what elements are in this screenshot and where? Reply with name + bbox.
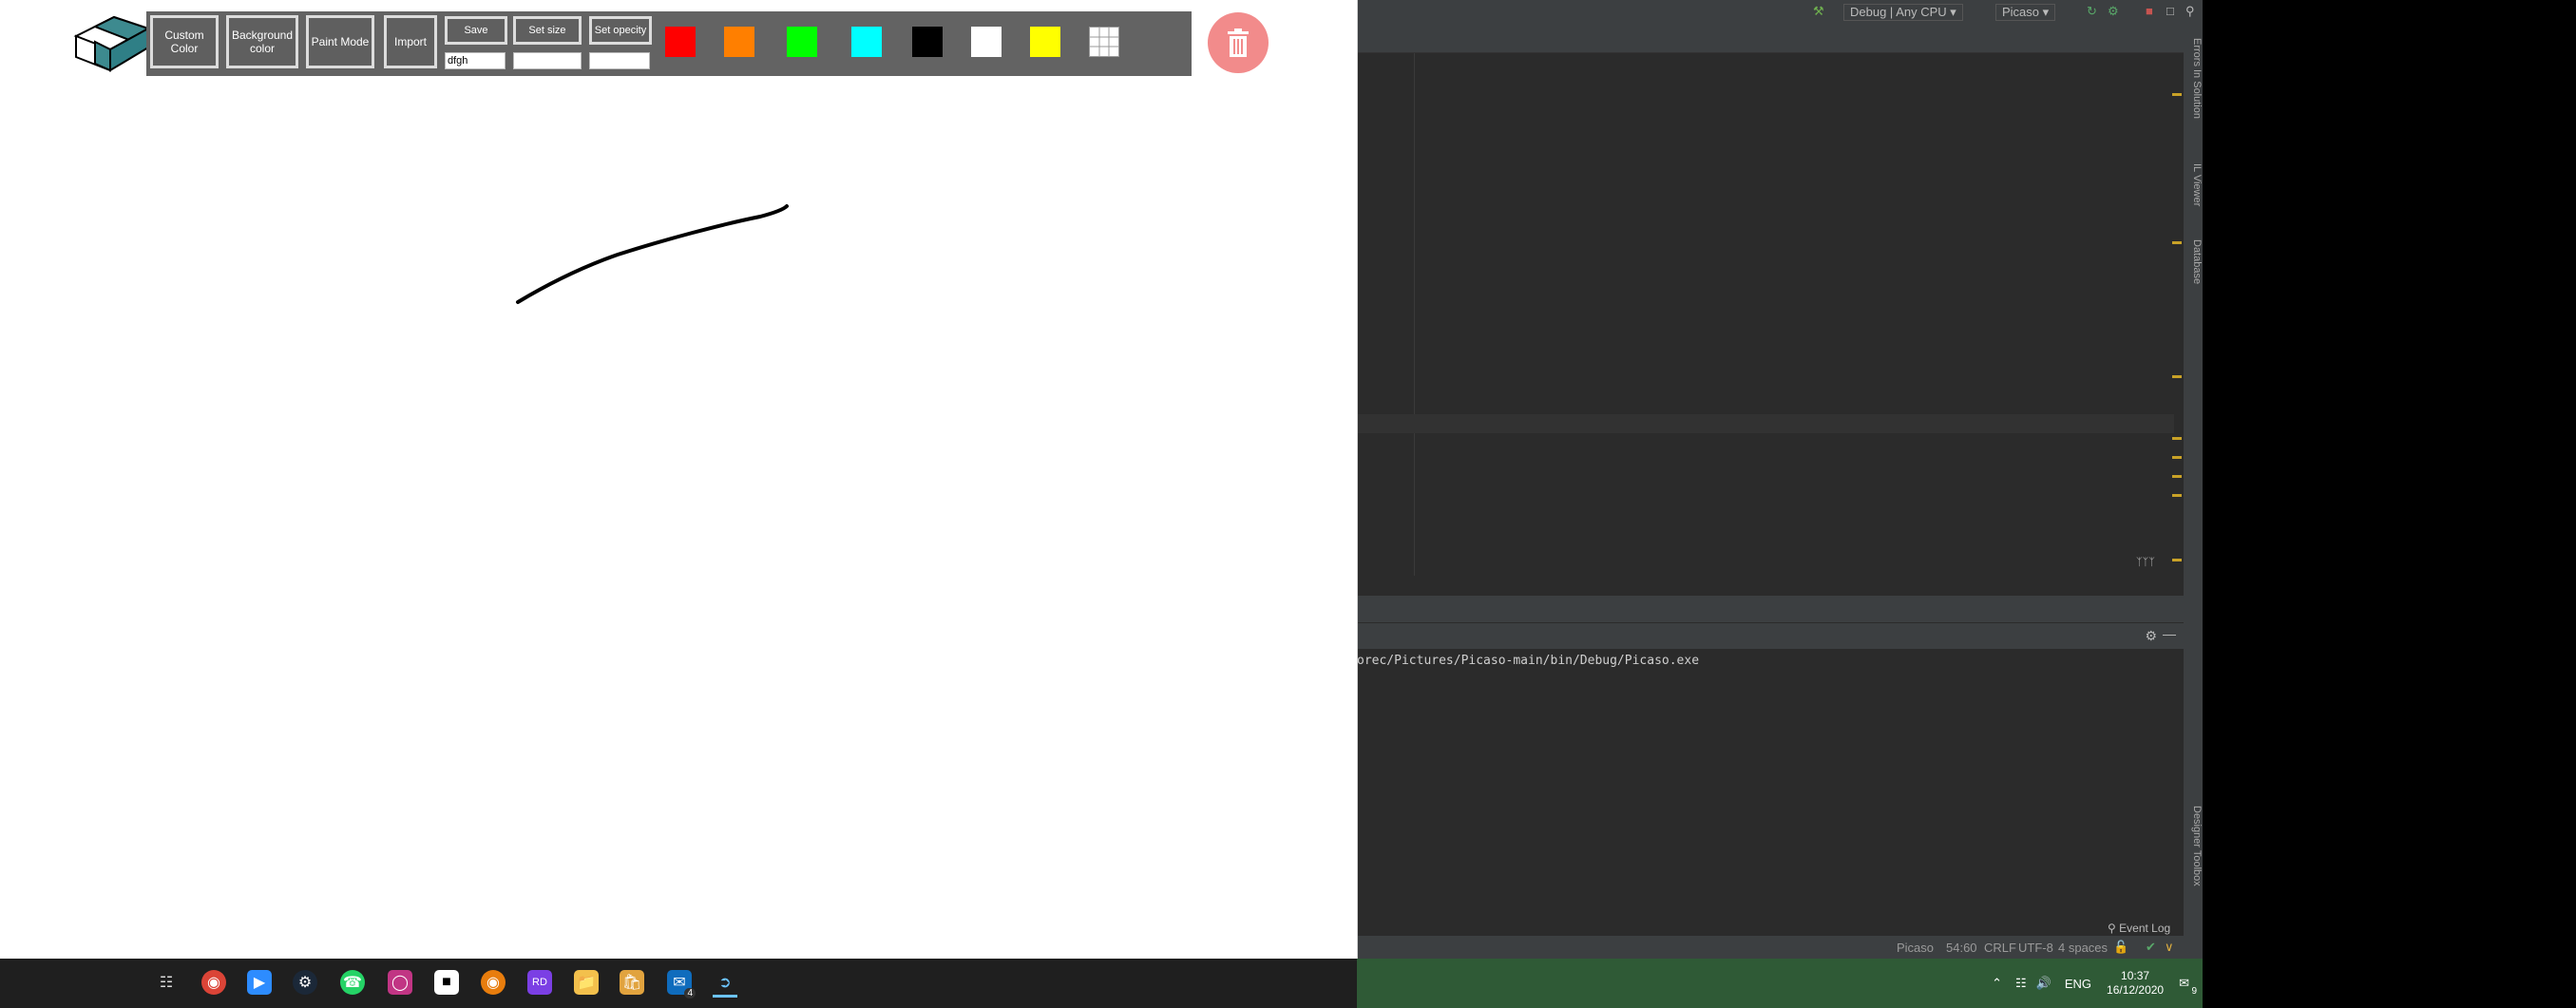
right-tool-strip [2184, 22, 2203, 936]
event-log-button[interactable]: ⚲ Event Log [2108, 922, 2170, 935]
status-line-ending[interactable]: CRLF [1984, 941, 2016, 955]
debug-icon[interactable]: ⚙ [2108, 4, 2119, 19]
project-dropdown[interactable]: Picaso ▾ [1995, 4, 2056, 21]
project-label: Picaso [2002, 5, 2040, 19]
windows-taskbar: ☷ ◉ ▶ ⚙ ☎ ◯ ■ ◉ RD 📁 🛍 ✉ 4 ➲ ⌃ ☷ 🔊 ENG 1… [0, 959, 2203, 1008]
brush-stroke [516, 204, 789, 304]
warning-marker[interactable] [2172, 456, 2182, 459]
window-icon[interactable]: □ [2166, 4, 2174, 18]
warning-marker[interactable] [2172, 241, 2182, 244]
warning-marker[interactable] [2172, 437, 2182, 440]
code-editor[interactable]: ᛉᛉᛉ [1357, 53, 2184, 576]
ide-toolbar: ⚒ Debug | Any CPU ▾ Picaso ▾ ↻ ⚙ ■ □ ⚲ [1357, 0, 2203, 22]
event-log-label: Event Log [2119, 922, 2171, 935]
warning-marker[interactable] [2172, 494, 2182, 497]
green-swatch[interactable] [787, 27, 817, 57]
opacity-input[interactable] [589, 52, 650, 69]
search-icon: ⚲ [2108, 922, 2116, 935]
status-encoding[interactable]: UTF-8 [2018, 941, 2053, 955]
trash-icon [1228, 29, 1249, 57]
orange-swatch[interactable] [724, 27, 754, 57]
run-console[interactable]: orec/Pictures/Picaso-main/bin/Debug/Pica… [1357, 649, 2184, 924]
black-swatch[interactable] [912, 27, 943, 57]
editor-tabs: ⚠27 ✓3 [1357, 22, 2184, 69]
notification-icon[interactable]: ✉ 9 [2179, 976, 2197, 997]
mail-icon[interactable]: ✉ 4 [667, 970, 696, 998]
check-circle-icon[interactable]: ✔ [2146, 940, 2156, 955]
side-tab-errors[interactable]: Errors In Solution [2184, 38, 2203, 133]
error-marker[interactable] [2172, 93, 2182, 96]
save-name-input[interactable] [445, 52, 506, 69]
cyan-swatch[interactable] [851, 27, 882, 57]
run-icon[interactable]: ↻ [2087, 4, 2097, 19]
instagram-icon[interactable]: ◯ [388, 970, 412, 995]
reader-mode-icon[interactable]: ᛉᛉᛉ [2136, 557, 2155, 568]
import-button[interactable]: Import [384, 15, 437, 68]
grid-icon[interactable] [1089, 27, 1119, 57]
zoom-icon[interactable]: ▶ [247, 970, 272, 995]
search-icon[interactable]: ⚲ [2185, 4, 2195, 19]
chevron-down-icon[interactable]: ∨ [2165, 940, 2174, 955]
rider-icon[interactable]: RD [527, 970, 552, 995]
lock-icon[interactable]: 🔓 [2113, 940, 2128, 955]
chevron-up-icon[interactable]: ⌃ [1992, 976, 2002, 991]
mail-badge: 4 [684, 988, 696, 998]
picaso-icon[interactable]: ➲ [713, 970, 737, 998]
status-project[interactable]: Picaso [1897, 941, 1934, 955]
whatsapp-icon[interactable]: ☎ [340, 970, 365, 995]
config-dropdown[interactable]: Debug | Any CPU ▾ [1843, 4, 1963, 21]
clear-canvas-button[interactable] [1208, 12, 1269, 73]
run-panel-toolbar: ⚙ — [1357, 622, 2184, 650]
run-panel-header [1357, 596, 2184, 622]
system-tray: ⌃ ☷ 🔊 ENG 10:37 16/12/2020 ✉ 9 [1992, 959, 2203, 1008]
clock-time: 10:37 [2121, 969, 2150, 982]
side-tab-il-viewer[interactable]: IL Viewer [2184, 163, 2203, 220]
clock-date: 16/12/2020 [2107, 983, 2165, 997]
volume-icon[interactable]: 🔊 [2036, 976, 2051, 991]
stop-icon[interactable]: ■ [2146, 4, 2153, 18]
steam-icon[interactable]: ⚙ [293, 970, 317, 995]
yellow-swatch[interactable] [1030, 27, 1060, 57]
gutter-line [1414, 53, 1415, 576]
side-tab-designer-toolbox[interactable]: Designer Toolbox [2184, 806, 2203, 901]
desktop-screen: ⚒ Debug | Any CPU ▾ Picaso ▾ ↻ ⚙ ■ □ ⚲ ⚠… [0, 0, 2203, 1008]
console-output: orec/Pictures/Picaso-main/bin/Debug/Pica… [1357, 654, 1700, 668]
set-size-button[interactable]: Set size [513, 16, 582, 45]
roblox-icon[interactable]: ■ [434, 970, 459, 995]
hammer-icon[interactable]: ⚒ [1813, 4, 1824, 19]
white-swatch[interactable] [971, 27, 1002, 57]
red-swatch[interactable] [665, 27, 696, 57]
warning-marker[interactable] [2172, 375, 2182, 378]
blender-icon[interactable]: ◉ [481, 970, 506, 995]
chrome-icon[interactable]: ◉ [201, 970, 226, 995]
save-button[interactable]: Save [445, 16, 507, 45]
network-icon[interactable]: ☷ [2015, 976, 2027, 991]
paint-mode-button[interactable]: Paint Mode [306, 15, 374, 68]
language-indicator[interactable]: ENG [2065, 977, 2091, 991]
paint-app-window: Custom Color Background color Paint Mode… [0, 0, 1358, 959]
custom-color-button[interactable]: Custom Color [150, 15, 219, 68]
minimize-icon[interactable]: — [2163, 626, 2176, 641]
current-line-highlight [1357, 414, 2174, 433]
clock[interactable]: 10:37 16/12/2020 [2107, 969, 2164, 998]
eraser-icon[interactable] [70, 8, 152, 76]
status-indent[interactable]: 4 spaces [2058, 941, 2108, 955]
file-explorer-icon[interactable]: 📁 [574, 970, 599, 995]
ide-status-bar: Picaso 54:60 CRLF UTF-8 4 spaces 🔓 ✔ ∨ [1357, 936, 2203, 959]
drawing-canvas[interactable] [0, 82, 1357, 956]
warning-marker[interactable] [2172, 475, 2182, 478]
background-color-button[interactable]: Background color [226, 15, 298, 68]
store-icon[interactable]: 🛍 [620, 970, 644, 995]
task-view-icon[interactable]: ☷ [154, 970, 179, 995]
config-label: Debug | Any CPU [1850, 5, 1947, 19]
warning-marker[interactable] [2172, 559, 2182, 561]
set-opacity-button[interactable]: Set opecity [589, 16, 652, 45]
side-tab-database[interactable]: Database [2184, 239, 2203, 306]
paint-toolbar: Custom Color Background color Paint Mode… [146, 11, 1192, 76]
notification-count: 9 [2191, 986, 2197, 997]
status-position[interactable]: 54:60 [1946, 941, 1977, 955]
size-input[interactable] [513, 52, 582, 69]
gear-icon[interactable]: ⚙ [2145, 628, 2157, 644]
